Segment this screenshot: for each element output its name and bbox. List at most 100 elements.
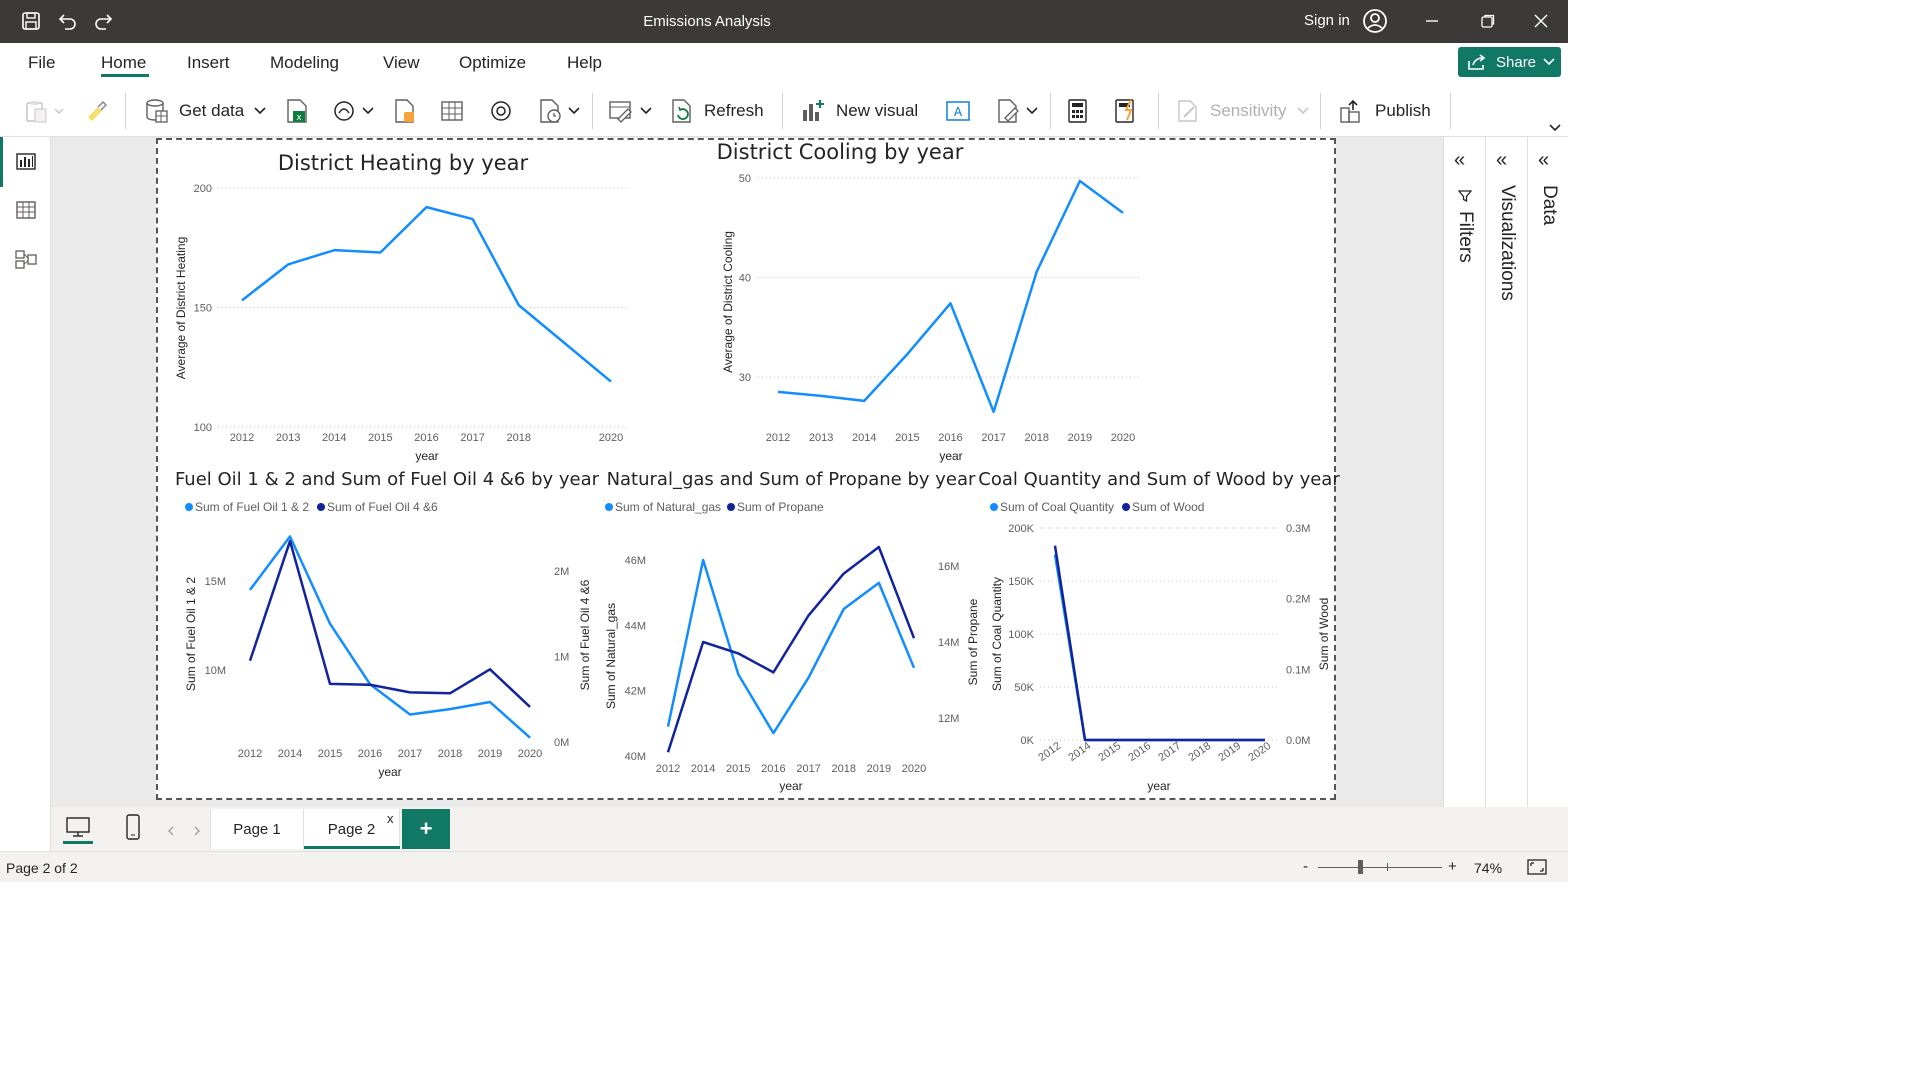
- chart-natural-gas-propane[interactable]: Natural_gas and Sum of Propane by year S…: [604, 469, 980, 793]
- x-tick-label: 2012: [230, 432, 254, 444]
- x-tick-label: 2020: [1246, 740, 1273, 764]
- x-axis-label: year: [378, 765, 401, 779]
- series-line[interactable]: [241, 205, 612, 383]
- x-tick-label: 2018: [1186, 740, 1213, 764]
- x-tick-label: 2016: [761, 763, 785, 775]
- series-lines: [241, 205, 612, 383]
- scroll-left-icon[interactable]: [167, 823, 175, 841]
- x-tick-label: 2020: [902, 763, 926, 775]
- x-tick-label: 2017: [981, 432, 1005, 444]
- x-axis-ticks: 2012 2014 2015 2016 2017 2018 2019 2020: [238, 748, 542, 760]
- y2-axis-label: Sum of Wood: [1317, 598, 1331, 670]
- page-tab-2[interactable]: Page 2: [304, 809, 400, 849]
- charts-layer: District Heating by year 200150100 2012 2…: [174, 140, 1340, 793]
- ribbon-collapse-icon[interactable]: [1549, 119, 1561, 137]
- y2-tick-label: 0.0M: [1286, 735, 1310, 747]
- y-tick-label: 30: [739, 372, 751, 384]
- page-tabs-bar-right: [1443, 807, 1568, 851]
- chart-district-heating[interactable]: District Heating by year 200150100 2012 2…: [174, 151, 630, 463]
- zoom-level[interactable]: 74%: [1474, 860, 1502, 876]
- zoom-slider[interactable]: [1318, 867, 1442, 868]
- data-pane[interactable]: « Data: [1528, 137, 1570, 851]
- x-tick-label: 2016: [414, 432, 438, 444]
- legend-marker: [317, 503, 325, 511]
- x-tick-label: 2014: [852, 432, 876, 444]
- close-icon[interactable]: [1530, 10, 1552, 32]
- legend-entry: Sum of Wood: [1132, 500, 1204, 514]
- zoom-slider-tick: [1387, 863, 1388, 871]
- y-tick-label: 46M: [625, 555, 646, 567]
- y-tick-label: 50K: [1014, 682, 1034, 694]
- x-axis-ticks: 2012 2014 2015 2016 2017 2018 2019 2020: [656, 763, 926, 775]
- y-axis-label: Average of District Heating: [174, 237, 188, 380]
- scroll-right-icon[interactable]: [193, 823, 201, 841]
- series-line[interactable]: [1053, 554, 1265, 742]
- chart-coal-wood[interactable]: Coal Quantity and Sum of Wood by year Su…: [978, 469, 1340, 793]
- add-page-button[interactable]: +: [402, 809, 450, 849]
- close-tab-icon[interactable]: x: [387, 811, 394, 826]
- restore-icon[interactable]: [1477, 10, 1499, 32]
- y-axis-label: Sum of Coal Quantity: [990, 577, 1004, 691]
- series-line[interactable]: [666, 545, 916, 753]
- page-indicator: Page 2 of 2: [6, 860, 78, 876]
- legend-marker: [727, 503, 735, 511]
- chart-title: Coal Quantity and Sum of Wood by year: [978, 469, 1340, 490]
- share-button[interactable]: Share: [1458, 47, 1561, 77]
- series-line[interactable]: [666, 558, 916, 735]
- visualizations-label: Visualizations: [1497, 185, 1518, 301]
- x-tick-label: 2014: [691, 763, 715, 775]
- x-tick-label: 2014: [1066, 740, 1093, 764]
- y2-tick-label: 16M: [938, 561, 959, 573]
- x-tick-label: 2015: [895, 432, 919, 444]
- series-lines: [1053, 545, 1265, 742]
- y2-tick-label: 12M: [938, 713, 959, 725]
- x-tick-label: 2019: [1068, 432, 1092, 444]
- gridlines: [218, 187, 630, 428]
- y-tick-label: 150K: [1008, 576, 1034, 588]
- y2-tick-label: 1M: [554, 652, 569, 664]
- page-tab-1[interactable]: Page 1: [210, 809, 304, 849]
- y2-tick-label: 2M: [554, 566, 569, 578]
- expand-filters-icon[interactable]: «: [1454, 149, 1465, 172]
- chart-district-cooling[interactable]: District Cooling by year 50 40 30 2012 2013…: [717, 140, 1140, 463]
- chart-fuel-oil[interactable]: Fuel Oil 1 & 2 and Sum of Fuel Oil 4 &6 …: [175, 469, 600, 779]
- series-line[interactable]: [248, 535, 531, 739]
- zoom-slider-thumb[interactable]: [1358, 860, 1363, 874]
- desktop-layout-icon[interactable]: [65, 815, 91, 844]
- legend-marker: [990, 503, 998, 511]
- legend-entry: Sum of Coal Quantity: [1000, 500, 1114, 514]
- chart-title: Natural_gas and Sum of Propane by year: [607, 469, 976, 490]
- x-axis-ticks: 2012 2013 2014 2015 2016 2017 2018 2020: [230, 432, 623, 444]
- x-tick-label: 2013: [276, 432, 300, 444]
- x-tick-label: 2012: [766, 432, 790, 444]
- zoom-out-button[interactable]: -: [1303, 858, 1308, 875]
- x-axis-label: year: [1147, 779, 1170, 793]
- expand-visualizations-icon[interactable]: «: [1496, 149, 1507, 172]
- y-tick-label: 42M: [625, 686, 646, 698]
- filters-pane[interactable]: « Filters: [1444, 137, 1486, 851]
- y-tick-label: 50: [739, 173, 751, 185]
- zoom-in-button[interactable]: +: [1448, 858, 1457, 875]
- x-tick-label: 2012: [1036, 740, 1063, 764]
- y-tick-label: 200: [194, 183, 212, 195]
- series-line[interactable]: [248, 539, 531, 708]
- series-line[interactable]: [1053, 545, 1265, 742]
- x-tick-label: 2016: [938, 432, 962, 444]
- y2-tick-label: 0.1M: [1286, 664, 1310, 676]
- y-axis-ticks: 50 40 30: [739, 173, 751, 384]
- y2-tick-label: 14M: [938, 637, 959, 649]
- active-layout-indicator: [63, 841, 93, 844]
- y-tick-label: 100: [194, 422, 212, 434]
- x-tick-label: 2015: [318, 748, 342, 760]
- y2-axis-ticks: 2M 1M 0M: [554, 566, 569, 749]
- y-tick-label: 44M: [625, 620, 646, 632]
- fit-to-page-icon[interactable]: [1527, 858, 1547, 879]
- legend-marker: [185, 503, 193, 511]
- expand-data-icon[interactable]: «: [1538, 149, 1549, 172]
- visualizations-pane[interactable]: « Visualizations: [1486, 137, 1528, 851]
- series-lines: [248, 535, 531, 739]
- x-tick-label: 2019: [1216, 740, 1243, 764]
- mobile-layout-icon[interactable]: [125, 813, 141, 846]
- y-tick-label: 150: [194, 303, 212, 315]
- legend-marker: [605, 503, 613, 511]
